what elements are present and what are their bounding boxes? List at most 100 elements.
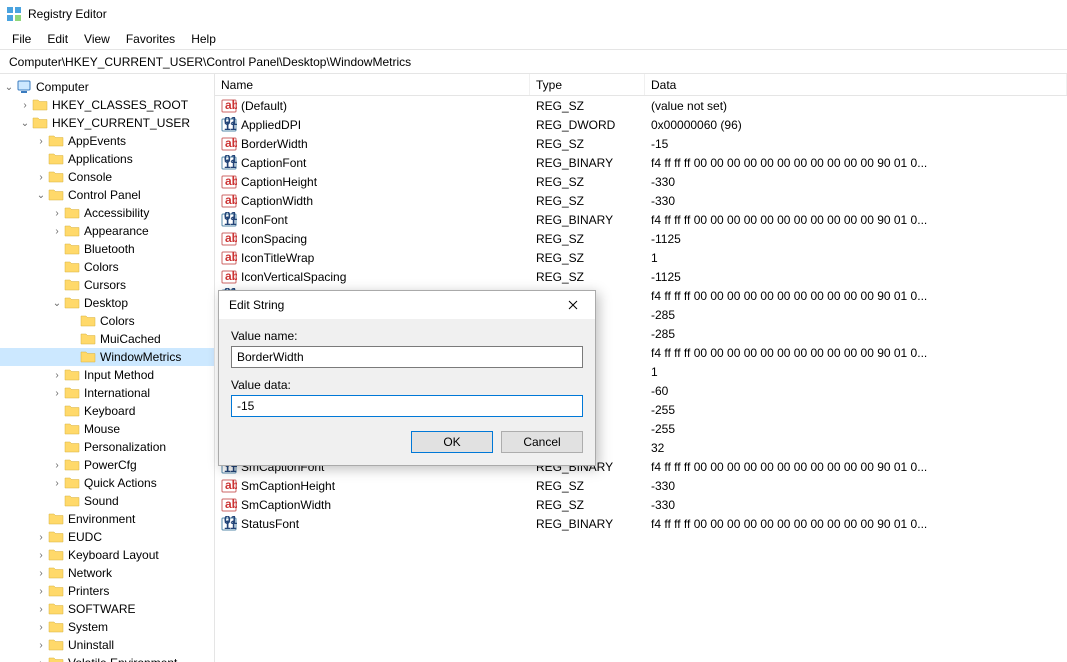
tree-item[interactable]: ›Network — [0, 564, 214, 582]
menu-file[interactable]: File — [4, 30, 39, 48]
tree-item[interactable]: ⌄Desktop — [0, 294, 214, 312]
close-button[interactable] — [553, 293, 593, 317]
expand-icon[interactable]: › — [34, 172, 48, 183]
folder-icon — [64, 260, 80, 274]
value-type: REG_SZ — [530, 251, 645, 265]
list-row[interactable]: IconVerticalSpacingREG_SZ-1125 — [215, 267, 1067, 286]
list-row[interactable]: CaptionWidthREG_SZ-330 — [215, 191, 1067, 210]
tree-item-label: WindowMetrics — [100, 350, 185, 364]
expand-icon[interactable]: › — [50, 478, 64, 489]
expand-icon[interactable]: › — [34, 532, 48, 543]
tree-item[interactable]: ›SOFTWARE — [0, 600, 214, 618]
collapse-icon[interactable]: ⌄ — [50, 298, 64, 309]
expand-icon[interactable]: › — [50, 208, 64, 219]
expand-icon[interactable]: › — [50, 388, 64, 399]
tree-item[interactable]: ⌄HKEY_CURRENT_USER — [0, 114, 214, 132]
tree-item-label: Computer — [36, 80, 93, 94]
list-row[interactable]: SmCaptionWidthREG_SZ-330 — [215, 495, 1067, 514]
menu-favorites[interactable]: Favorites — [118, 30, 183, 48]
list-row[interactable]: IconFontREG_BINARYf4 ff ff ff 00 00 00 0… — [215, 210, 1067, 229]
folder-icon — [64, 440, 80, 454]
tree-item-label: Personalization — [84, 440, 170, 454]
tree-item[interactable]: ▸Environment — [0, 510, 214, 528]
tree-item[interactable]: ▸WindowMetrics — [0, 348, 214, 366]
tree-item-label: Environment — [68, 512, 139, 526]
menu-view[interactable]: View — [76, 30, 118, 48]
tree-item[interactable]: ›AppEvents — [0, 132, 214, 150]
folder-icon — [48, 566, 64, 580]
col-header-name[interactable]: Name — [215, 74, 530, 95]
expand-icon[interactable]: › — [34, 586, 48, 597]
collapse-icon[interactable]: ⌄ — [34, 190, 48, 201]
value-name-input[interactable] — [231, 346, 583, 368]
tree-pane[interactable]: ⌄ Computer ›HKEY_CLASSES_ROOT⌄HKEY_CURRENT… — [0, 74, 215, 662]
list-row[interactable]: SmCaptionHeightREG_SZ-330 — [215, 476, 1067, 495]
list-row[interactable]: IconSpacingREG_SZ-1125 — [215, 229, 1067, 248]
cancel-button[interactable]: Cancel — [501, 431, 583, 453]
tree-item[interactable]: ⌄Control Panel — [0, 186, 214, 204]
dialog-titlebar[interactable]: Edit String — [219, 291, 595, 319]
tree-item[interactable]: ▸Applications — [0, 150, 214, 168]
menu-edit[interactable]: Edit — [39, 30, 76, 48]
tree-item[interactable]: ›Uninstall — [0, 636, 214, 654]
tree-item[interactable]: ▸MuiCached — [0, 330, 214, 348]
list-row[interactable]: (Default)REG_SZ(value not set) — [215, 96, 1067, 115]
value-name: (Default) — [241, 99, 287, 113]
tree-item-label: Mouse — [84, 422, 124, 436]
expand-icon[interactable]: › — [34, 658, 48, 662]
expand-icon[interactable]: › — [50, 370, 64, 381]
expand-icon[interactable]: › — [34, 604, 48, 615]
tree-item[interactable]: ›EUDC — [0, 528, 214, 546]
menu-help[interactable]: Help — [183, 30, 224, 48]
tree-item[interactable]: ›Keyboard Layout — [0, 546, 214, 564]
tree-item[interactable]: ▸Colors — [0, 258, 214, 276]
expand-icon[interactable]: › — [50, 226, 64, 237]
list-row[interactable]: BorderWidthREG_SZ-15 — [215, 134, 1067, 153]
value-data: f4 ff ff ff 00 00 00 00 00 00 00 00 00 0… — [645, 517, 1067, 531]
list-row[interactable]: StatusFontREG_BINARYf4 ff ff ff 00 00 00… — [215, 514, 1067, 533]
list-row[interactable]: AppliedDPIREG_DWORD0x00000060 (96) — [215, 115, 1067, 134]
folder-icon — [80, 314, 96, 328]
tree-item[interactable]: ⌄ Computer — [0, 78, 214, 96]
tree-item[interactable]: ▸Bluetooth — [0, 240, 214, 258]
address-input[interactable] — [4, 52, 1063, 72]
window-title: Registry Editor — [28, 7, 107, 21]
tree-item[interactable]: ▸Mouse — [0, 420, 214, 438]
tree-item[interactable]: ›Quick Actions — [0, 474, 214, 492]
tree-item[interactable]: ›International — [0, 384, 214, 402]
ok-button[interactable]: OK — [411, 431, 493, 453]
expand-icon[interactable]: › — [34, 136, 48, 147]
col-header-data[interactable]: Data — [645, 74, 1067, 95]
tree-item[interactable]: ▸Sound — [0, 492, 214, 510]
expand-icon[interactable]: › — [50, 460, 64, 471]
value-data: -285 — [645, 327, 1067, 341]
reg-sz-icon — [221, 478, 237, 494]
tree-item[interactable]: ›Accessibility — [0, 204, 214, 222]
tree-item[interactable]: ›Appearance — [0, 222, 214, 240]
expand-icon[interactable]: › — [34, 550, 48, 561]
tree-item[interactable]: ▸Cursors — [0, 276, 214, 294]
tree-item[interactable]: ›Printers — [0, 582, 214, 600]
tree-item[interactable]: ›PowerCfg — [0, 456, 214, 474]
value-data: -330 — [645, 194, 1067, 208]
list-row[interactable]: IconTitleWrapREG_SZ1 — [215, 248, 1067, 267]
tree-item[interactable]: ›HKEY_CLASSES_ROOT — [0, 96, 214, 114]
col-header-type[interactable]: Type — [530, 74, 645, 95]
tree-item[interactable]: ▸Personalization — [0, 438, 214, 456]
tree-item[interactable]: ›Volatile Environment — [0, 654, 214, 662]
tree-item[interactable]: ›Input Method — [0, 366, 214, 384]
tree-item[interactable]: ▸Colors — [0, 312, 214, 330]
expand-icon[interactable]: › — [34, 622, 48, 633]
expand-icon[interactable]: › — [34, 568, 48, 579]
tree-item[interactable]: ▸Keyboard — [0, 402, 214, 420]
list-row[interactable]: CaptionFontREG_BINARYf4 ff ff ff 00 00 0… — [215, 153, 1067, 172]
expand-icon[interactable]: › — [34, 640, 48, 651]
collapse-icon[interactable]: ⌄ — [18, 118, 32, 129]
list-row[interactable]: CaptionHeightREG_SZ-330 — [215, 172, 1067, 191]
reg-sz-icon — [221, 497, 237, 513]
tree-item[interactable]: ›System — [0, 618, 214, 636]
tree-item[interactable]: ›Console — [0, 168, 214, 186]
expand-icon[interactable]: › — [18, 100, 32, 111]
value-data-input[interactable] — [231, 395, 583, 417]
collapse-icon[interactable]: ⌄ — [2, 82, 16, 93]
